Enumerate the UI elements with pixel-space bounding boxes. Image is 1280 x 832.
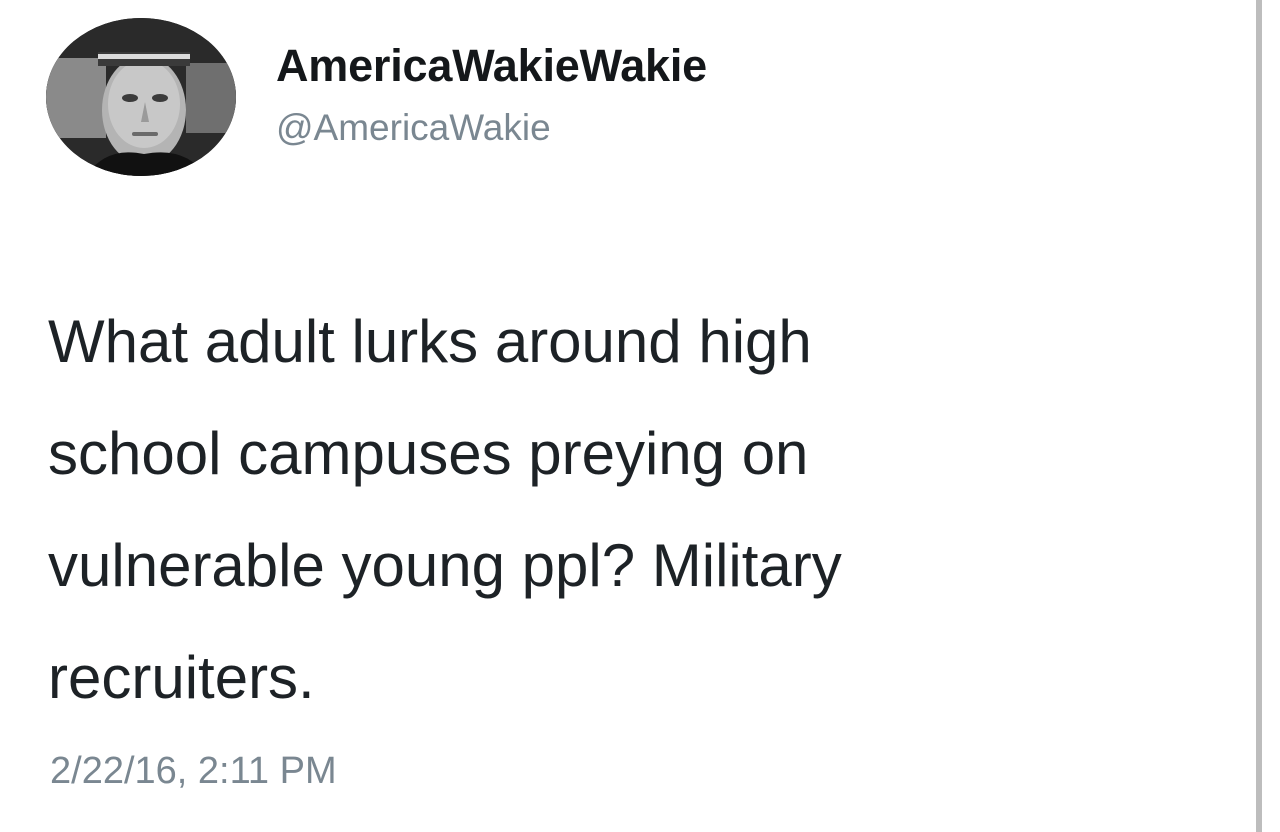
screen-edge-divider xyxy=(1256,0,1280,832)
tweet-card: AmericaWakieWakie @AmericaWakie What adu… xyxy=(0,0,1256,832)
profile-photo-icon[interactable] xyxy=(46,18,236,176)
tweet-text-line: What adult lurks around high xyxy=(48,308,812,375)
author-handle[interactable]: @AmericaWakie xyxy=(276,107,551,149)
tweet-text-line: recruiters. xyxy=(48,644,315,711)
author-display-name[interactable]: AmericaWakieWakie xyxy=(276,40,707,92)
tweet-text-line: school campuses preying on xyxy=(48,420,809,487)
tweet-text: What adult lurks around high school camp… xyxy=(48,286,1088,734)
tweet-text-line: vulnerable young ppl? Military xyxy=(48,532,842,599)
tweet-timestamp[interactable]: 2/22/16, 2:11 PM xyxy=(50,750,337,793)
